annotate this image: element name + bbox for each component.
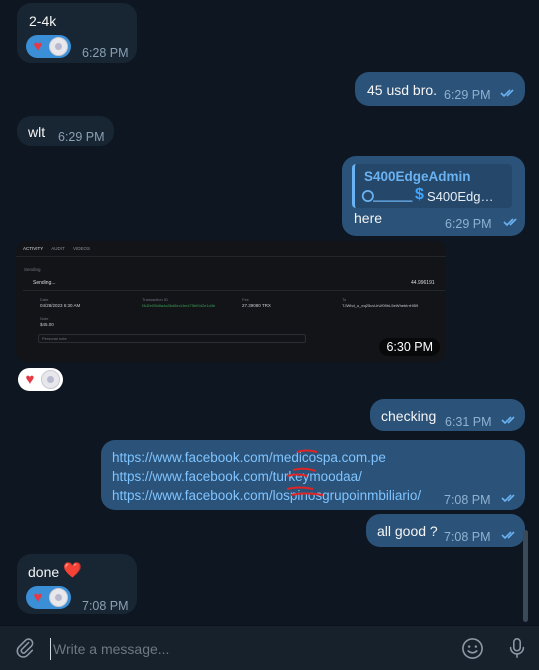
image-label: To	[342, 297, 347, 302]
image-note-field: Personal note	[38, 334, 306, 343]
paperclip-icon[interactable]	[14, 637, 36, 659]
message-time: 6:31 PM	[445, 415, 492, 429]
heart-icon: ♥	[33, 37, 43, 55]
message-composer	[0, 625, 539, 670]
reply-quote[interactable]: S400EdgeAdmin $ S400Edg…	[352, 164, 512, 208]
image-tab: VIDEOS	[73, 246, 91, 251]
reply-author: S400EdgeAdmin	[364, 169, 471, 184]
emoji-icon[interactable]	[461, 637, 484, 660]
image-section: Sending	[24, 267, 41, 272]
loading-icon	[361, 190, 413, 202]
message-incoming[interactable]: wlt 6:29 PM	[17, 116, 114, 146]
microphone-icon[interactable]	[506, 636, 528, 660]
image-tab: AUDIT	[51, 246, 65, 251]
message-time: 6:29 PM	[444, 88, 491, 102]
image-row-title: Sending...	[33, 280, 56, 286]
image-note-placeholder: Personal note	[42, 336, 67, 341]
message-outgoing[interactable]: all good ? 7:08 PM	[366, 514, 525, 547]
message-text: all good ?	[377, 523, 438, 539]
reply-text: S400Edg…	[427, 189, 494, 204]
message-outgoing[interactable]: https://www.facebook.com/medicospa.com.p…	[101, 440, 525, 510]
double-check-icon	[501, 416, 515, 425]
scrollbar[interactable]	[523, 530, 528, 622]
double-check-icon	[501, 531, 515, 540]
reaction-pill[interactable]: ♥	[18, 368, 63, 391]
image-message[interactable]: ACTIVITY AUDIT VIDEOS Sending Sending...…	[16, 241, 446, 362]
double-check-icon	[501, 494, 515, 503]
reaction-pill[interactable]: ♥	[26, 586, 71, 609]
heart-icon: ♥	[25, 370, 35, 388]
chat-history[interactable]: 2-4k ♥ 6:28 PM 45 usd bro. 6:29 PM wlt 6…	[0, 0, 530, 625]
heart-icon: ♥	[33, 588, 43, 606]
image-value: 27.39080 TRX	[242, 303, 271, 308]
reaction-pill[interactable]: ♥	[26, 35, 71, 58]
message-time: 6:29 PM	[58, 130, 105, 144]
image-label: Transaction ID	[142, 297, 168, 302]
message-incoming[interactable]: done ❤️ ♥ 7:08 PM	[17, 554, 137, 614]
message-outgoing[interactable]: S400EdgeAdmin $ S400Edg… here 6:29 PM	[342, 156, 525, 236]
message-time: 6:28 PM	[82, 46, 129, 60]
message-outgoing[interactable]: checking 6:31 PM	[370, 399, 525, 431]
message-text: here	[354, 210, 383, 226]
message-incoming[interactable]: 2-4k ♥ 6:28 PM	[17, 3, 137, 63]
message-time: 6:29 PM	[445, 217, 492, 231]
double-check-icon	[503, 218, 517, 227]
heart-emoji: ❤️	[63, 562, 82, 579]
image-label: Date	[40, 297, 49, 302]
dollar-icon: $	[415, 186, 424, 203]
message-time: 7:08 PM	[82, 599, 129, 613]
image-tab: ACTIVITY	[23, 246, 44, 251]
message-time: 7:08 PM	[444, 530, 491, 544]
image-row-amount: 44.996191	[411, 280, 435, 286]
image-value: TJWhd_u_eq25cvUrUf09hL5eWhebIrrHi59	[342, 303, 419, 308]
image-label: Fee	[242, 297, 249, 302]
image-tabs: ACTIVITY AUDIT VIDEOS	[23, 246, 90, 251]
double-check-icon	[500, 89, 514, 98]
image-value: f3d2e05b8a4a3bd8ec1be475bf0d2e1d4b	[142, 303, 216, 308]
image-label: Note	[40, 316, 49, 321]
message-text: done	[28, 564, 60, 580]
avatar	[49, 588, 68, 607]
message-time: 6:30 PM	[379, 338, 440, 356]
image-divider	[23, 290, 445, 291]
message-text: 45 usd bro.	[367, 82, 438, 98]
image-value: $45.00	[40, 322, 54, 327]
message-time: 7:08 PM	[444, 493, 491, 507]
message-outgoing[interactable]: 45 usd bro. 6:29 PM	[355, 72, 525, 106]
avatar	[41, 370, 60, 389]
message-text: 2-4k	[29, 13, 57, 29]
avatar	[49, 37, 68, 56]
message-text: checking	[381, 408, 437, 424]
message-input[interactable]	[50, 638, 440, 660]
message-text: wlt	[28, 124, 46, 140]
image-value: 04/28/2023 6:30 AM	[40, 303, 81, 308]
image-divider	[16, 256, 446, 257]
